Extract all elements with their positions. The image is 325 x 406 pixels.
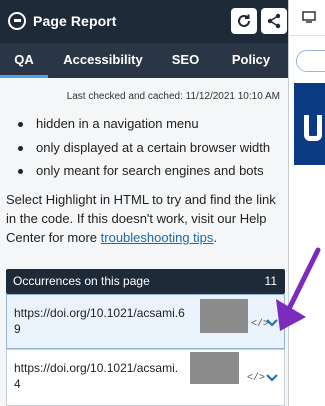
tab-policy[interactable]: Policy <box>213 43 288 78</box>
help-paragraph: Select Highlight in HTML to try and find… <box>6 190 286 247</box>
redaction-block <box>190 352 239 384</box>
list-item: only meant for search engines and bots <box>18 159 283 183</box>
browser-page-sliver <box>290 0 325 406</box>
browser-toolbar <box>290 0 325 36</box>
cached-timestamp: Last checked and cached: 11/12/2021 10:1… <box>66 91 280 102</box>
refresh-button[interactable] <box>231 8 257 34</box>
page-logo-letter <box>304 115 322 141</box>
panel-title: Page Report <box>33 13 117 29</box>
page-banner <box>294 83 325 165</box>
help-suffix: . <box>213 230 218 245</box>
list-item: hidden in a navigation menu <box>18 112 283 136</box>
tab-seo[interactable]: SEO <box>158 43 213 78</box>
occurrence-line: 9 <box>14 322 21 336</box>
tab-accessibility[interactable]: Accessibility <box>48 43 158 78</box>
troubleshooting-link[interactable]: troubleshooting tips <box>101 230 214 245</box>
tab-qa[interactable]: QA <box>0 43 48 78</box>
page-pill-button[interactable] <box>296 50 325 72</box>
occurrence-url: https://doi.org/10.1021/acsami. <box>14 361 179 375</box>
page-report-panel: Page Report QA Accessibility SEO Policy … <box>0 0 289 406</box>
occurrence-row[interactable]: https://doi.org/10.1021/acsami. 4 </> <box>6 349 285 406</box>
tab-bar: QA Accessibility SEO Policy <box>0 43 288 78</box>
purple-arrow <box>276 247 321 331</box>
screen: Page Report QA Accessibility SEO Policy … <box>0 0 325 406</box>
list-item: only displayed at a certain browser widt… <box>18 136 283 160</box>
share-button[interactable] <box>261 8 287 34</box>
redaction-block <box>200 299 248 333</box>
cast-icon[interactable] <box>302 11 316 23</box>
reason-list: hidden in a navigation menu only display… <box>18 112 283 183</box>
panel-header: Page Report <box>0 0 288 43</box>
monsido-logo-icon <box>8 12 26 30</box>
chevron-down-icon[interactable] <box>266 374 278 382</box>
occurrences-header: Occurrences on this page 11 <box>6 269 285 294</box>
occurrence-line: 4 <box>14 377 21 391</box>
occurrence-row[interactable]: https://doi.org/10.1021/acsami.6 9 </> <box>6 294 285 349</box>
code-icon[interactable]: </> <box>247 373 265 384</box>
occurrence-url: https://doi.org/10.1021/acsami.6 <box>14 306 185 320</box>
refresh-icon <box>238 14 250 27</box>
share-icon <box>267 13 281 29</box>
occurrences-title: Occurrences on this page <box>13 274 150 288</box>
